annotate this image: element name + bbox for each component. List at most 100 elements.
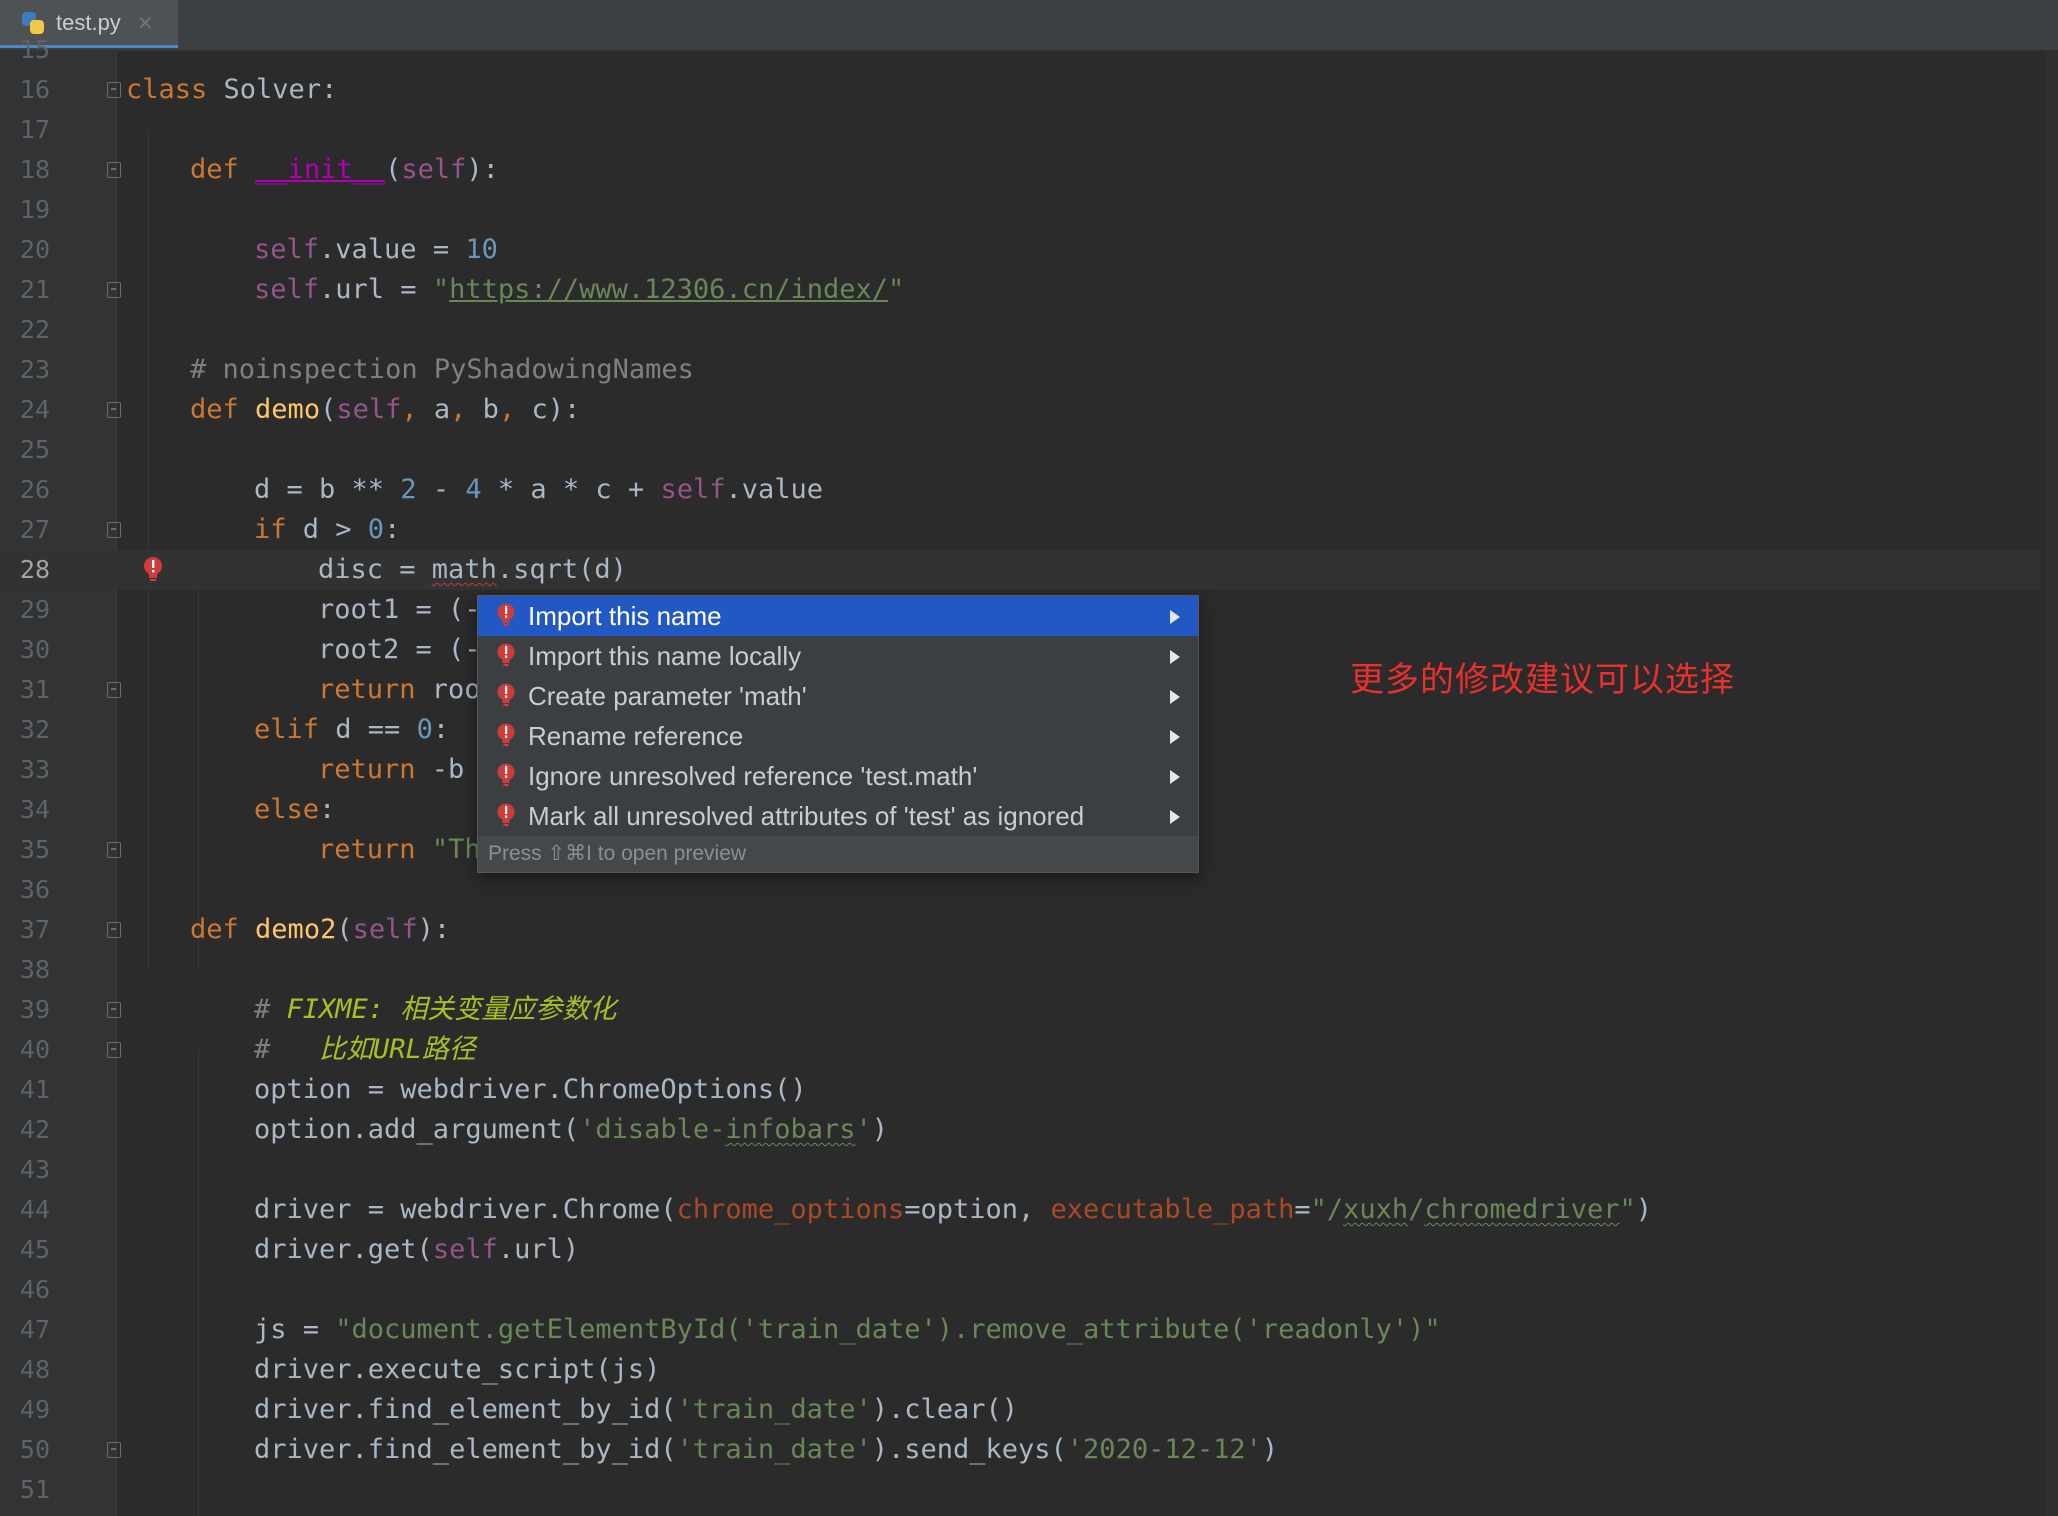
- fold-marker-icon[interactable]: [107, 402, 121, 418]
- fold-marker-icon[interactable]: [107, 922, 121, 938]
- code-line: 42 option.add_argument('disable-infobars…: [0, 1110, 2040, 1150]
- popup-item-create-parameter[interactable]: Create parameter 'math': [478, 676, 1198, 716]
- error-bulb-icon: [497, 643, 515, 666]
- code-line: 23 # noinspection PyShadowingNames: [0, 350, 2040, 390]
- line-number: 45: [19, 1235, 50, 1264]
- popup-item-label: Rename reference: [528, 720, 744, 751]
- line-number: 27: [19, 515, 50, 544]
- line-number: 23: [19, 355, 50, 384]
- error-bulb-icon: [497, 763, 515, 786]
- submenu-arrow-icon: [1170, 650, 1180, 664]
- line-number: 30: [19, 635, 50, 664]
- code-text: else:: [254, 794, 336, 825]
- code-line: 41 option = webdriver.ChromeOptions(): [0, 1070, 2040, 1110]
- code-line: 15: [0, 30, 2040, 70]
- line-number: 31: [19, 675, 50, 704]
- line-number: 44: [19, 1195, 50, 1224]
- code-text: def demo2(self):: [190, 914, 451, 945]
- line-number: 26: [19, 475, 50, 504]
- line-number: 22: [19, 315, 50, 344]
- code-line: 21 self.url = "https://www.12306.cn/inde…: [0, 270, 2040, 310]
- code-text: option = webdriver.ChromeOptions(): [254, 1074, 807, 1105]
- fold-marker-icon[interactable]: [107, 1042, 121, 1058]
- line-number: 16: [19, 75, 50, 104]
- code-line: 40 # 比如URL路径: [0, 1030, 2040, 1070]
- popup-item-import-locally[interactable]: Import this name locally: [478, 636, 1198, 676]
- submenu-arrow-icon: [1170, 730, 1180, 744]
- code-line: 25: [0, 430, 2040, 470]
- popup-item-mark-all-ignored[interactable]: Mark all unresolved attributes of 'test'…: [478, 796, 1198, 836]
- line-number: 25: [19, 435, 50, 464]
- code-line: 24 def demo(self, a, b, c):: [0, 390, 2040, 430]
- code-text: class Solver:: [126, 74, 338, 105]
- line-number: 39: [19, 995, 50, 1024]
- line-number: 48: [19, 1355, 50, 1384]
- code-text: driver.find_element_by_id('train_date').…: [254, 1434, 1279, 1465]
- code-text: root1 = (-: [318, 594, 481, 625]
- code-text: driver.execute_script(js): [254, 1354, 661, 1385]
- fold-marker-icon[interactable]: [107, 842, 121, 858]
- line-number: 21: [19, 275, 50, 304]
- code-text: if d > 0:: [254, 514, 401, 545]
- submenu-arrow-icon: [1170, 690, 1180, 704]
- line-number: 41: [19, 1075, 50, 1104]
- line-number: 37: [19, 915, 50, 944]
- code-text: d = b ** 2 - 4 * a * c + self.value: [254, 474, 824, 505]
- code-line: 26 d = b ** 2 - 4 * a * c + self.value: [0, 470, 2040, 510]
- code-line: 20 self.value = 10: [0, 230, 2040, 270]
- intention-actions-popup: Import this name Import this name locall…: [477, 595, 1199, 873]
- fold-marker-icon[interactable]: [107, 522, 121, 538]
- line-number: 29: [19, 595, 50, 624]
- code-line: 37 def demo2(self):: [0, 910, 2040, 950]
- popup-item-label: Create parameter 'math': [528, 680, 807, 711]
- code-line: 43: [0, 1150, 2040, 1190]
- fold-marker-icon[interactable]: [107, 1002, 121, 1018]
- line-number: 38: [19, 955, 50, 984]
- code-line: 50 driver.find_element_by_id('train_date…: [0, 1430, 2040, 1470]
- line-number: 36: [19, 875, 50, 904]
- vertical-scrollbar[interactable]: [2046, 50, 2058, 1516]
- code-line: 17: [0, 110, 2040, 150]
- popup-item-import-this-name[interactable]: Import this name: [478, 596, 1198, 636]
- line-number: 43: [19, 1155, 50, 1184]
- line-number: 46: [19, 1275, 50, 1304]
- line-number: 51: [19, 1475, 50, 1504]
- fold-marker-icon[interactable]: [107, 1442, 121, 1458]
- code-text: driver.find_element_by_id('train_date').…: [254, 1394, 1019, 1425]
- code-line: 39 # FIXME: 相关变量应参数化: [0, 990, 2040, 1030]
- code-line: 27 if d > 0:: [0, 510, 2040, 550]
- code-text: return "Th: [318, 834, 481, 865]
- popup-item-ignore-unresolved[interactable]: Ignore unresolved reference 'test.math': [478, 756, 1198, 796]
- error-bulb-icon[interactable]: [142, 556, 164, 582]
- line-number: 47: [19, 1315, 50, 1344]
- code-line: 49 driver.find_element_by_id('train_date…: [0, 1390, 2040, 1430]
- line-number: 32: [19, 715, 50, 744]
- error-bulb-icon: [497, 603, 515, 626]
- fold-marker-icon[interactable]: [107, 682, 121, 698]
- popup-item-rename-reference[interactable]: Rename reference: [478, 716, 1198, 756]
- code-line: 47 js = "document.getElementById('train_…: [0, 1310, 2040, 1350]
- code-line: 44 driver = webdriver.Chrome(chrome_opti…: [0, 1190, 2040, 1230]
- popup-item-label: Import this name: [528, 600, 722, 631]
- code-text: driver = webdriver.Chrome(chrome_options…: [254, 1194, 1653, 1225]
- code-text: def __init__(self):: [190, 154, 499, 185]
- fold-marker-icon[interactable]: [107, 82, 121, 98]
- unresolved-reference: math: [431, 554, 497, 585]
- line-number: 35: [19, 835, 50, 864]
- code-text: js = "document.getElementById('train_dat…: [254, 1314, 1441, 1345]
- code-line: 22: [0, 310, 2040, 350]
- code-line-current: 28 disc = math.sqrt(d): [0, 550, 2040, 590]
- code-comment: # noinspection PyShadowingNames: [190, 354, 694, 385]
- line-number: 40: [19, 1035, 50, 1064]
- error-bulb-icon: [497, 683, 515, 706]
- fold-marker-icon[interactable]: [107, 162, 121, 178]
- code-line: 16 class Solver:: [0, 70, 2040, 110]
- annotation-text: 更多的修改建议可以选择: [1350, 660, 1735, 700]
- code-text: driver.get(self.url): [254, 1234, 580, 1265]
- fold-marker-icon[interactable]: [107, 282, 121, 298]
- popup-item-label: Import this name locally: [528, 640, 802, 671]
- error-bulb-icon: [497, 803, 515, 826]
- submenu-arrow-icon: [1170, 770, 1180, 784]
- line-number: 19: [19, 195, 50, 224]
- line-number: 34: [19, 795, 50, 824]
